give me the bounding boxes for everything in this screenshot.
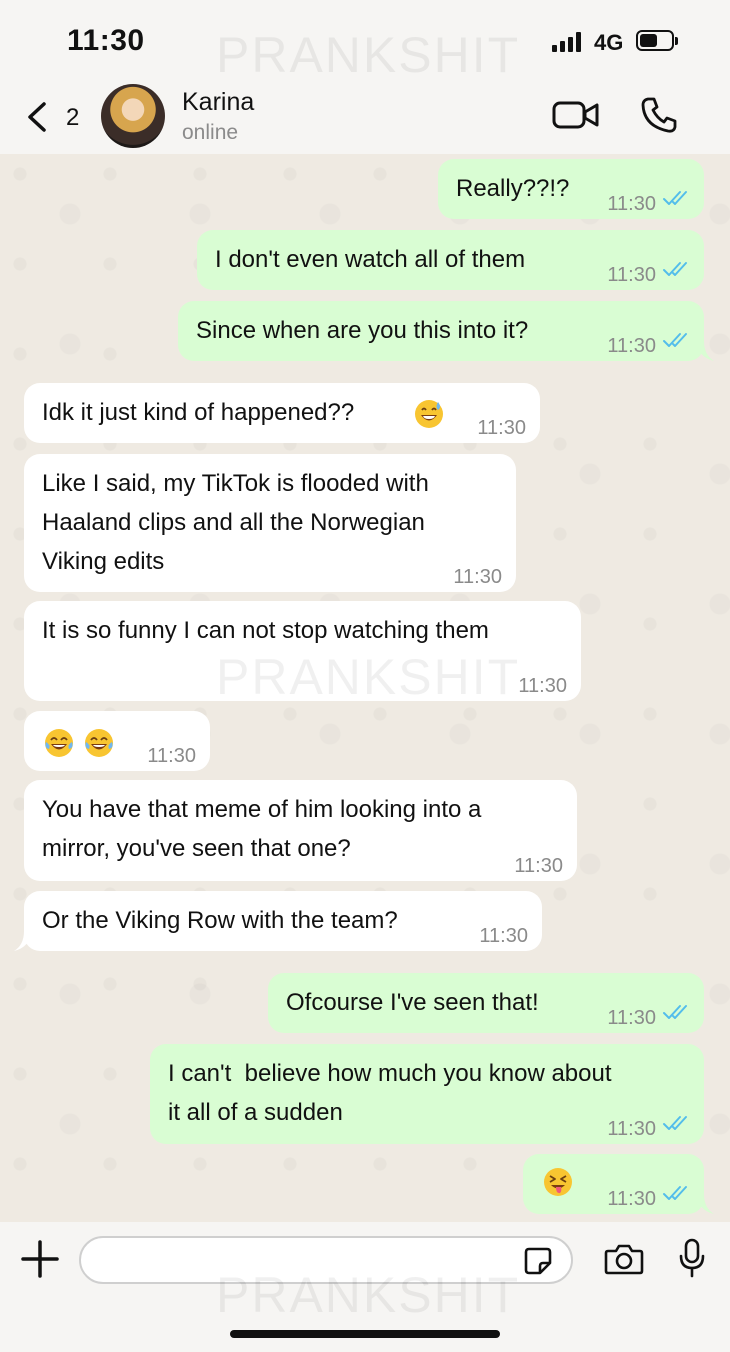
home-indicator[interactable]	[230, 1330, 500, 1338]
incoming-message[interactable]: You have that meme of him looking into a…	[24, 780, 577, 881]
message-time: 11:30	[607, 264, 656, 286]
incoming-message[interactable]: Like I said, my TikTok is flooded with H…	[24, 454, 516, 592]
unread-count[interactable]: 2	[66, 104, 79, 132]
message-text: Really??!?	[456, 175, 570, 202]
message-time: 11:30	[514, 855, 563, 877]
message-text: Or the Viking Row with the team?	[42, 907, 398, 934]
battery-icon	[636, 30, 678, 51]
read-receipt-icon	[663, 262, 687, 276]
message-text: Ofcourse I've seen that!	[286, 989, 539, 1016]
network-type: 4G	[594, 30, 624, 55]
chat-header: 2 Karina online	[0, 80, 730, 154]
emoji-icon	[45, 729, 73, 757]
message-text: Since when are you this into it?	[196, 317, 529, 344]
message-text: You have that meme of him looking into a…	[42, 796, 482, 862]
message-input[interactable]	[79, 1236, 573, 1284]
message-time: 11:30	[479, 925, 528, 947]
signal-icon	[552, 32, 584, 52]
microphone-icon[interactable]	[678, 1238, 706, 1278]
video-call-icon[interactable]	[552, 100, 600, 130]
message-time: 11:30	[518, 675, 567, 697]
incoming-message[interactable]: Idk it just kind of happened?? 11:30	[24, 383, 540, 443]
read-receipt-icon	[663, 1005, 687, 1019]
contact-name[interactable]: Karina	[182, 88, 254, 117]
message-text: I can't believe how much you know about …	[168, 1060, 612, 1126]
message-text: It is so funny I can not stop watching t…	[42, 617, 489, 644]
message-time: 11:30	[607, 1118, 656, 1140]
message-time: 11:30	[477, 417, 526, 439]
message-text: Like I said, my TikTok is flooded with H…	[42, 470, 429, 575]
message-text: I don't even watch all of them	[215, 246, 526, 273]
incoming-message[interactable]: 11:30	[24, 711, 210, 771]
sticker-icon[interactable]	[523, 1246, 553, 1276]
incoming-message[interactable]: It is so funny I can not stop watching t…	[24, 601, 581, 701]
bubble-tail	[696, 341, 714, 361]
outgoing-message[interactable]: Really??!? 11:30	[438, 159, 704, 219]
contact-status: online	[182, 121, 239, 144]
camera-icon[interactable]	[604, 1242, 644, 1276]
outgoing-message[interactable]: I can't believe how much you know about …	[150, 1044, 704, 1144]
read-receipt-icon	[663, 191, 687, 205]
bubble-tail	[14, 931, 32, 951]
outgoing-message[interactable]: Ofcourse I've seen that! 11:30	[268, 973, 704, 1033]
read-receipt-icon	[663, 1116, 687, 1130]
message-time: 11:30	[607, 1007, 656, 1029]
plus-icon[interactable]	[21, 1240, 59, 1278]
read-receipt-icon	[663, 333, 687, 347]
outgoing-message[interactable]: Since when are you this into it? 11:30	[178, 301, 704, 361]
outgoing-message[interactable]: 11:30	[523, 1154, 704, 1214]
message-time: 11:30	[607, 335, 656, 357]
outgoing-message[interactable]: I don't even watch all of them 11:30	[197, 230, 704, 290]
status-bar: 11:30 4G	[0, 0, 730, 80]
emoji-icon	[85, 729, 113, 757]
status-time: 11:30	[67, 24, 145, 57]
composer-bar: PRANKSHIT	[0, 1222, 730, 1352]
chevron-left-icon[interactable]	[22, 100, 52, 134]
avatar[interactable]	[101, 84, 165, 148]
bubble-tail	[696, 1194, 714, 1214]
incoming-message[interactable]: Or the Viking Row with the team? 11:30	[24, 891, 542, 951]
emoji-icon	[544, 1168, 572, 1196]
message-time: 11:30	[607, 1188, 656, 1210]
message-time: 11:30	[453, 566, 502, 588]
read-receipt-icon	[663, 1186, 687, 1200]
emoji-icon	[415, 400, 443, 428]
message-text: Idk it just kind of happened??	[42, 399, 355, 426]
phone-icon[interactable]	[640, 96, 678, 134]
message-time: 11:30	[607, 193, 656, 215]
chat-area[interactable]: Really??!? 11:30 I don't even watch all of…	[0, 154, 730, 1222]
message-time: 11:30	[147, 745, 196, 767]
